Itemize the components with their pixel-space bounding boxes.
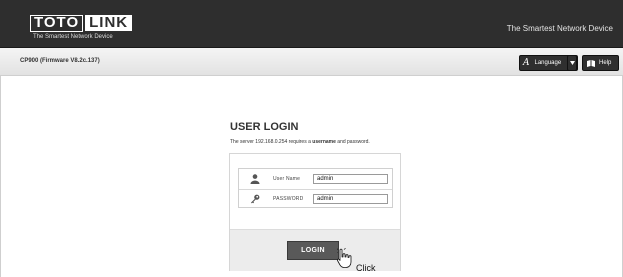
login-button[interactable]: LOGIN — [287, 241, 339, 260]
language-dropdown-button[interactable] — [567, 55, 577, 71]
page-title: USER LOGIN — [230, 121, 299, 133]
click-annotation: Click — [356, 263, 376, 273]
desc-suffix: and password. — [335, 139, 370, 145]
key-icon — [251, 194, 260, 204]
logo-text-toto: TOTO — [30, 14, 84, 32]
user-icon — [250, 174, 260, 184]
logo-text-link: LINK — [85, 15, 133, 31]
desc-bold: username — [312, 139, 336, 145]
header-bar: TOTO LINK The Smartest Network Device Th… — [0, 0, 623, 48]
desc-prefix: The server 192.168.0.254 requires a — [230, 139, 313, 145]
language-label: Language — [534, 60, 562, 66]
chevron-down-icon — [569, 61, 575, 65]
login-panel: User Name admin PASSWORD admin LOGIN — [229, 153, 401, 271]
password-row: PASSWORD admin — [239, 189, 392, 209]
toolbar: CP900 (Firmware V8.2c.137) A Language He… — [0, 48, 623, 76]
help-label: Help — [599, 60, 612, 66]
help-button[interactable]: Help — [582, 55, 619, 71]
logo: TOTO LINK — [30, 14, 133, 32]
login-fields: User Name admin PASSWORD admin — [238, 168, 393, 208]
password-field[interactable]: admin — [313, 194, 388, 204]
language-icon: A — [523, 58, 530, 68]
login-description: The server 192.168.0.254 requires a user… — [230, 139, 370, 145]
header-slogan: The Smartest Network Device — [506, 24, 613, 33]
username-label: User Name — [273, 176, 301, 182]
username-field[interactable]: admin — [313, 174, 388, 184]
book-icon — [587, 59, 595, 67]
hand-pointer-icon — [337, 248, 352, 268]
logo-tagline: The Smartest Network Device — [33, 34, 113, 40]
password-label: PASSWORD — [273, 196, 304, 202]
firmware-version: CP900 (Firmware V8.2c.137) — [20, 58, 100, 64]
username-row: User Name admin — [239, 169, 392, 190]
